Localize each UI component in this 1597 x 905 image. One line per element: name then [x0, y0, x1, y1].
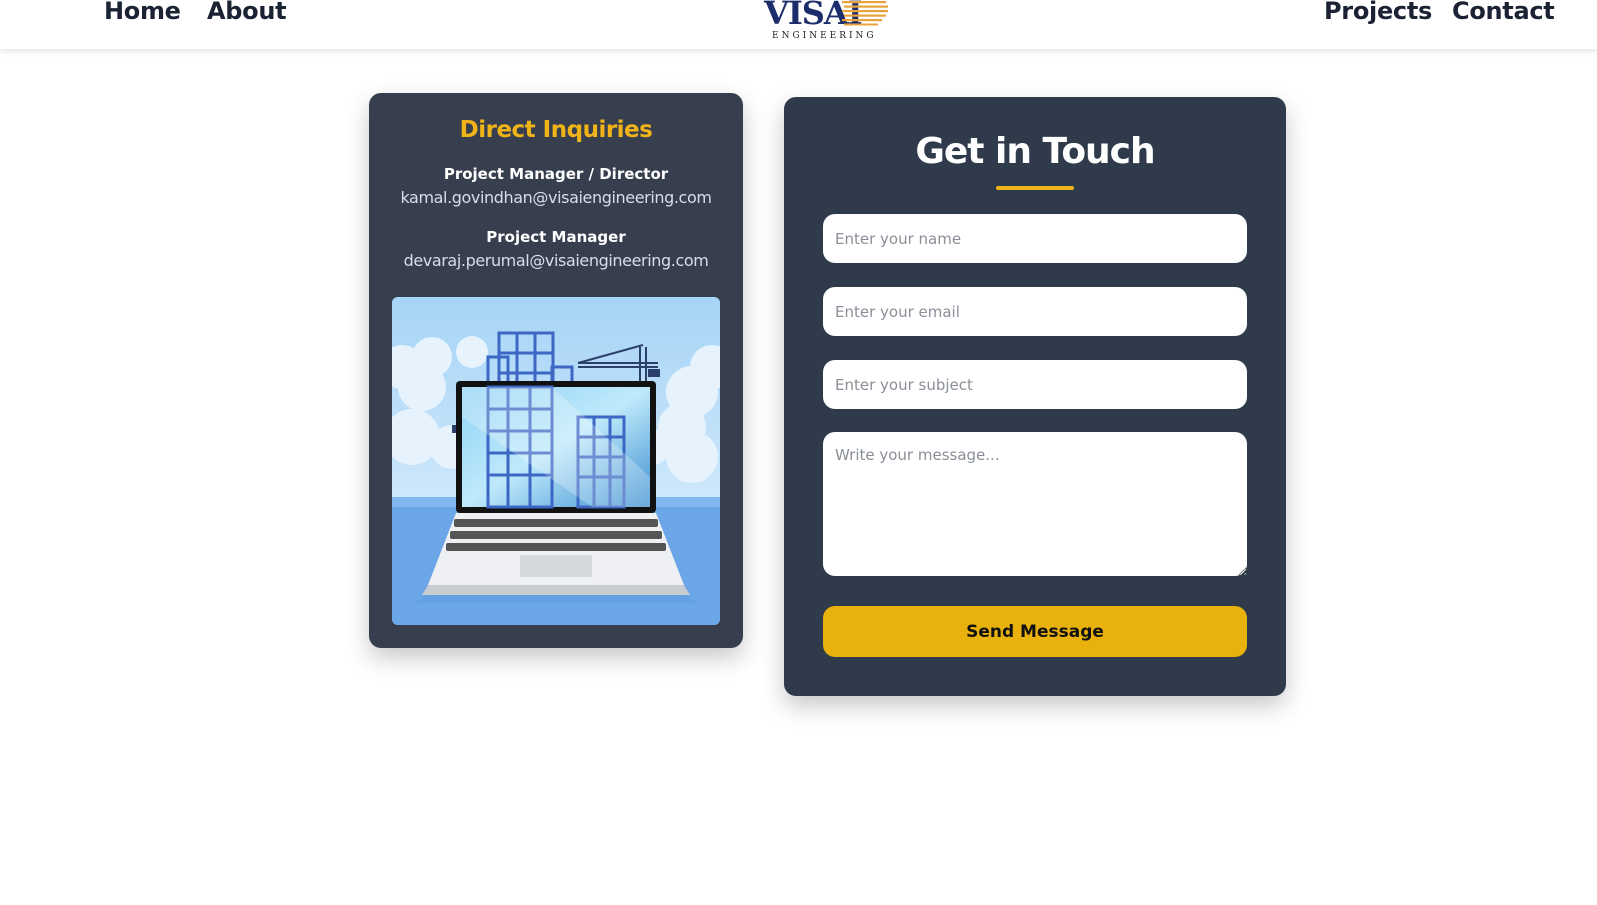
nav-contact-link[interactable]: Contact — [1452, 0, 1555, 25]
logo-stripes-icon — [842, 1, 888, 26]
email-input[interactable] — [823, 287, 1247, 336]
direct-inquiries-title: Direct Inquiries — [459, 117, 653, 143]
get-in-touch-title: Get in Touch — [915, 131, 1155, 172]
nav-home-link[interactable]: Home — [104, 0, 181, 25]
contact-role: Project Manager / Director — [443, 165, 669, 183]
illustration-graphic — [392, 297, 720, 625]
title-underline — [996, 186, 1074, 190]
message-textarea[interactable] — [823, 432, 1247, 576]
contact-email-link[interactable]: devaraj.perumal@visaiengineering.com — [369, 251, 743, 270]
top-navbar: Home About VISAI ENGINEERING Projects Co… — [0, 0, 1597, 49]
logo-subtitle: ENGINEERING — [772, 31, 877, 41]
direct-inquiries-card: Direct Inquiries Project Manager / Direc… — [369, 93, 743, 648]
nav-projects-link[interactable]: Projects — [1324, 0, 1432, 25]
send-message-button[interactable]: Send Message — [823, 606, 1247, 657]
contact-role: Project Manager — [486, 228, 626, 246]
name-input[interactable] — [823, 214, 1247, 263]
visai-logo[interactable]: VISAI ENGINEERING — [760, 0, 896, 46]
nav-about-link[interactable]: About — [207, 0, 287, 25]
contact-email-link[interactable]: kamal.govindhan@visaiengineering.com — [369, 188, 743, 207]
contact-form-card: Get in Touch Send Message — [784, 97, 1286, 696]
laptop-construction-illustration — [392, 297, 720, 625]
subject-input[interactable] — [823, 360, 1247, 409]
